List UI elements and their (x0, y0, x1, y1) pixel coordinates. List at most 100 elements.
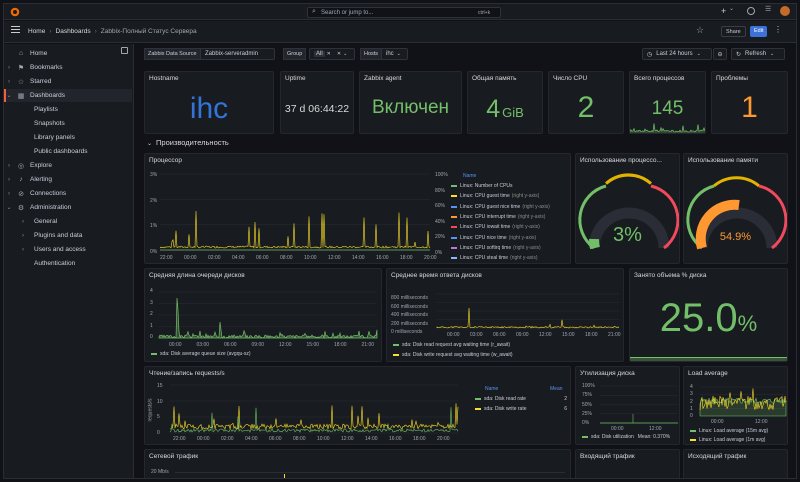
read-write-panel[interactable]: Чтение/запись requests/s requests/s 15 10… (144, 366, 571, 445)
y-tick: 0 (150, 334, 153, 340)
legend-item[interactable]: Linux: CPU softirq time (right y-axis) (451, 245, 541, 251)
breadcrumb-home[interactable]: Home (28, 28, 45, 35)
sidebar-caret[interactable]: ⌄ (4, 92, 14, 99)
sidebar-item-label: Snapshots (34, 120, 65, 127)
zoom-out-button[interactable]: ⊖ (713, 48, 727, 60)
legend-item[interactable]: sda: Disk write request avg waiting time… (393, 352, 513, 358)
disk-used-panel[interactable]: Занято объема % диска 25.0% (629, 268, 788, 362)
sidebar-item-alerting[interactable]: › ♪ Alerting (4, 173, 132, 186)
legend-item[interactable]: sda: Disk average queue size (avgqu-sz) (151, 351, 251, 357)
load-average-panel[interactable]: Load average 4 3 2 1 0 00:00 12:00 Linux: Load… (683, 366, 788, 445)
sidebar-caret[interactable]: › (4, 177, 14, 183)
sidebar-item-general[interactable]: › General (4, 215, 132, 228)
legend-item[interactable]: Linux: Load average (1m avg) (690, 437, 765, 443)
legend-item[interactable]: Linux: CPU iowait time (right y-axis) (451, 224, 540, 230)
new-caret-icon[interactable]: ⌄ (729, 5, 734, 12)
sidebar-caret[interactable]: › (4, 191, 14, 197)
legend-suffix: (right y-axis) (517, 213, 546, 220)
x-tick: 06:00 (269, 436, 282, 442)
sidebar-caret[interactable]: › (4, 163, 14, 169)
kebab-menu-icon[interactable]: ⋮ (774, 25, 782, 34)
sidebar-caret[interactable]: › (18, 247, 28, 253)
cpu-gauge-panel[interactable]: Использование процессо... 3% (575, 153, 680, 264)
x-tick: 10:00 (317, 436, 330, 442)
breadcrumb-dashboards[interactable]: Dashboards (56, 28, 91, 35)
memory-gauge-panel[interactable]: Использование памяти 54.9% (683, 153, 788, 264)
new-button[interactable]: + (721, 6, 726, 16)
sidebar-item-starred[interactable]: › ☆ Starred (4, 75, 132, 88)
stat-panel-hostname[interactable]: Hostname ihc (144, 71, 274, 134)
chevron-down-icon[interactable]: ⌄ (343, 51, 347, 57)
disk-util-panel[interactable]: Утилизация диска 100% 75% 50% 25% 0% 00:00 12:… (575, 366, 680, 445)
row-collapse-toggle[interactable]: ⌄ Производительность (147, 138, 229, 147)
sidebar-item-playlists[interactable]: Playlists (4, 103, 132, 116)
help-icon[interactable] (747, 7, 755, 15)
clear-icon[interactable]: ✕ (337, 51, 341, 57)
legend-item[interactable]: Linux: Number of CPUs (451, 183, 515, 189)
sidebar-item-library-panels[interactable]: Library panels (4, 131, 132, 144)
legend-item[interactable]: Linux: Load average (15m avg) (690, 428, 768, 434)
sidebar-caret[interactable]: › (4, 79, 14, 85)
edit-button[interactable]: Edit (750, 26, 768, 37)
legend-item[interactable]: sda: Disk read request avg waiting time … (393, 342, 510, 348)
legend-item[interactable]: Linux: CPU steal time (right y-axis) (451, 255, 538, 261)
star-icon[interactable]: ☆ (696, 25, 704, 36)
news-icon[interactable]: ☰ (765, 5, 771, 13)
sidebar-caret[interactable]: › (18, 219, 28, 225)
sidebar-caret[interactable]: › (18, 233, 28, 239)
sidebar-item-home[interactable]: ⌂ Home (4, 47, 132, 60)
legend-item[interactable]: Linux: CPU interrupt time (right y-axis) (451, 214, 545, 220)
sidebar-caret[interactable]: ⌄ (4, 204, 14, 211)
time-range-picker[interactable]: ◷ Last 24 hours ⌄ (642, 48, 712, 60)
sidebar-item-dashboards[interactable]: ⌄ ▦ Dashboards (4, 89, 132, 102)
disk-queue-panel[interactable]: Средняя длина очереди дисков 4 3 2 1 0 00:00 0… (144, 268, 382, 362)
hosts-select[interactable]: ihc ⌄ (381, 48, 408, 60)
stat-panel-uptime[interactable]: Uptime 37 d 06:44:22 (280, 71, 354, 134)
group-select[interactable]: All ✕ ✕ ⌄ (309, 48, 355, 60)
sidebar-item-users-and-access[interactable]: › Users and access (4, 243, 132, 256)
memory-gauge (686, 176, 787, 250)
disk-used-sparkline (630, 357, 787, 361)
sidebar-item-administration[interactable]: ⌄ ⚙ Administration (4, 201, 132, 214)
user-avatar[interactable] (780, 6, 790, 16)
group-chip[interactable]: All (314, 51, 325, 57)
legend-mean: Mean: 0.370% (637, 434, 671, 440)
sidebar-item-label: Starred (30, 78, 52, 85)
sidebar-item-authentication[interactable]: Authentication (4, 257, 132, 270)
grafana-logo-icon[interactable] (10, 7, 20, 17)
stat-panel-total-memory[interactable]: Общая память 4 GiB (467, 71, 543, 134)
network-panel[interactable]: Сетевой трафик 20 Mb/s (144, 449, 571, 478)
stat-panel-cpu-count[interactable]: Число CPU 2 (548, 71, 624, 134)
x-tick: 21:00 (608, 332, 621, 338)
legend-item[interactable]: Linux: CPU nice time (right y-axis) (451, 235, 536, 241)
remove-chip-icon[interactable]: ✕ (327, 51, 331, 57)
stat-panel-problems[interactable]: Проблемы 1 (711, 71, 788, 134)
disk-response-panel[interactable]: Среднее время ответа дисков 800 millisec… (386, 268, 624, 362)
stat-panel-zabbix-agent[interactable]: Zabbix agent Включен (359, 71, 462, 134)
sidebar-item-plugins-and-data[interactable]: › Plugins and data (4, 229, 132, 242)
datasource-select[interactable]: Zabbix-serveradmin (200, 48, 275, 60)
refresh-button[interactable]: ↻ Refresh ⌄ (731, 48, 785, 60)
refresh-icon: ↻ (736, 51, 742, 58)
legend-item[interactable]: Linux: CPU guest time (right y-axis) (451, 193, 539, 199)
chevron-down-icon: ⌄ (396, 51, 401, 57)
stat-panel-processes[interactable]: Всего процессов 145 (629, 71, 706, 134)
search-bar[interactable]: ⌕ Search or jump to... ctrl+k (307, 7, 501, 18)
outgoing-traffic-panel[interactable]: Исходящий трафик (683, 449, 788, 478)
legend-item[interactable]: sda: Disk read rate 2 (475, 396, 567, 402)
legend-item[interactable]: sda: Disk write rate 6 (475, 406, 567, 412)
processes-sparkline (630, 123, 705, 133)
sidebar-item-explore[interactable]: › ◎ Explore (4, 159, 132, 172)
sidebar-item-snapshots[interactable]: Snapshots (4, 117, 132, 130)
sidebar-item-connections[interactable]: › ⊘ Connections (4, 187, 132, 200)
legend-item[interactable]: sda: Disk utilization Mean: 0.370% (582, 434, 670, 440)
sidebar-caret[interactable]: › (4, 65, 14, 71)
cpu-panel[interactable]: Процессор 3% 2% 1% 0% 100% 80% 60% 40% 20% 0% 22:0… (144, 153, 571, 264)
sidebar-item-bookmarks[interactable]: › ⚑ Bookmarks (4, 61, 132, 74)
sidebar-item-public-dashboards[interactable]: Public dashboards (4, 145, 132, 158)
legend-header: Name (463, 173, 477, 179)
legend-label: sda: Disk average queue size (avgqu-sz) (160, 351, 251, 357)
legend-item[interactable]: Linux: CPU guest nice time (right y-axis) (451, 204, 550, 210)
incoming-traffic-panel[interactable]: Входящий трафик (575, 449, 680, 478)
share-button[interactable]: Share (721, 26, 746, 37)
